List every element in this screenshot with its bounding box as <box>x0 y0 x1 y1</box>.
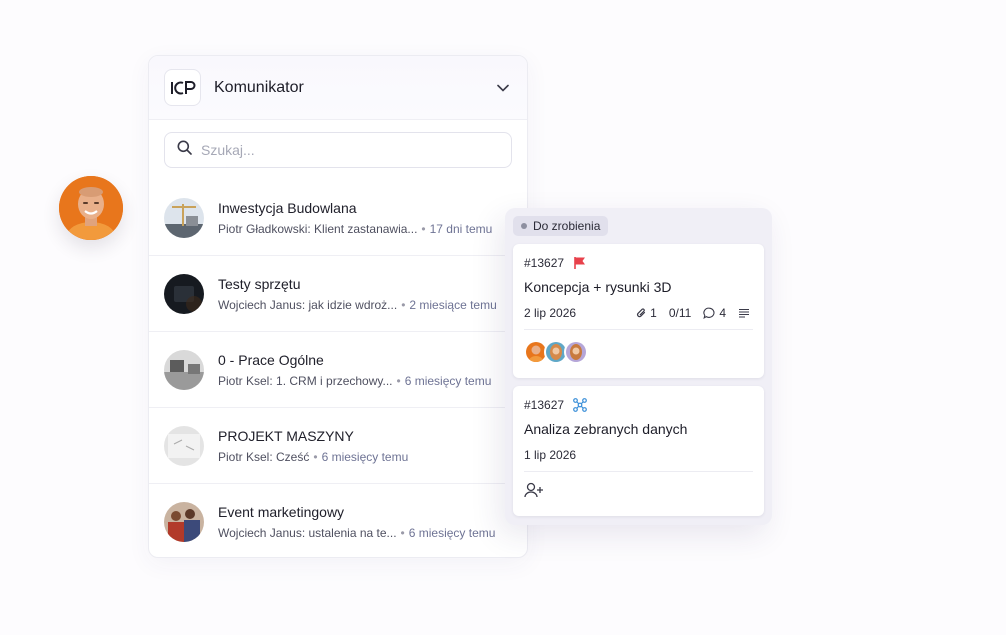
conversation-name: 0 - Prace Ogólne <box>218 351 324 368</box>
conversation-time: 6 miesięcy temu <box>321 449 409 464</box>
comments-count: 4 <box>703 306 726 320</box>
conversation-name: Inwestycja Budowlana <box>218 199 357 216</box>
communicator-panel: Komunikator Inwestycja Budowlana Piotr G… <box>148 55 528 558</box>
kanban-column: Do zrobienia #13627 Koncepcja + rysunki … <box>505 208 772 525</box>
assignees <box>524 340 753 364</box>
search-input[interactable] <box>201 142 481 158</box>
search-icon <box>177 140 192 160</box>
conversation-time: 6 miesięcy temu <box>404 373 492 388</box>
conversation-avatar <box>164 425 204 466</box>
conversation-name: Event marketingowy <box>218 504 345 520</box>
task-card[interactable]: #13627 Koncepcja + rysunki 3D 2 lip 2026… <box>513 244 764 378</box>
paperclip-icon <box>637 308 646 318</box>
conversation-name: Testy sprzętu <box>218 275 301 292</box>
conversation-avatar <box>164 502 204 542</box>
column-status-badge[interactable]: Do zrobienia <box>513 216 609 236</box>
network-icon <box>573 398 587 412</box>
column-label: Do zrobienia <box>533 219 601 233</box>
attachments-count: 1 <box>636 306 657 320</box>
conversation-preview: Wojciech Janus: ustalenia na te... <box>218 526 397 540</box>
conversation-item[interactable]: PROJEKT MASZYNY Piotr Ksel: Cześć • 6 mies… <box>149 408 527 484</box>
comment-icon <box>703 307 715 319</box>
chevron-down-icon[interactable] <box>494 79 512 97</box>
conversation-preview: Wojciech Janus: jak idzie wdroż... <box>218 297 398 312</box>
conversation-item[interactable]: Testy sprzętu Wojciech Janus: jak idzie … <box>149 256 527 332</box>
add-user-icon <box>524 482 543 498</box>
search-box[interactable] <box>164 132 512 168</box>
conversation-avatar <box>164 349 204 390</box>
description-icon <box>738 308 753 318</box>
conversation-item[interactable]: Inwestycja Budowlana Piotr Gładkowski: K… <box>149 180 527 256</box>
task-date: 1 lip 2026 <box>524 448 577 462</box>
checklist-count: 0/11 <box>668 306 692 320</box>
conversation-preview: Piotr Ksel: 1. CRM i przechowy... <box>218 373 393 388</box>
conversation-item[interactable]: 0 - Prace Ogólne Piotr Ksel: 1. CRM i pr… <box>149 332 527 408</box>
app-title: Komunikator <box>214 78 304 96</box>
conversation-avatar <box>164 197 204 238</box>
assignee-avatar[interactable] <box>564 340 588 364</box>
red-flag-icon <box>573 256 587 270</box>
task-title: Analiza zebranych danych <box>524 421 688 437</box>
conversation-list: Inwestycja Budowlana Piotr Gładkowski: K… <box>149 180 527 557</box>
conversation-preview: Piotr Ksel: Cześć <box>218 449 310 464</box>
task-id: #13627 <box>524 398 565 412</box>
task-title: Koncepcja + rysunki 3D <box>524 279 672 295</box>
task-id: #13627 <box>524 256 565 270</box>
status-dot-icon <box>521 223 527 229</box>
conversation-time: 6 miesięcy temu <box>408 526 496 540</box>
conversation-item[interactable]: Event marketingowy Wojciech Janus: ustal… <box>149 484 527 557</box>
conversation-time: 2 miesiące temu <box>409 297 497 312</box>
conversation-preview: Piotr Gładkowski: Klient zastanawia... <box>218 221 418 236</box>
add-assignee-button[interactable] <box>524 482 753 498</box>
panel-header: Komunikator <box>149 56 527 120</box>
conversation-name: PROJEKT MASZYNY <box>218 427 354 444</box>
task-card[interactable]: #13627 Analiza zebranych danych 1 lip 20… <box>513 386 764 516</box>
conversation-time: 17 dni temu <box>429 221 493 236</box>
conversation-avatar <box>164 273 204 314</box>
task-date: 2 lip 2026 <box>524 306 577 320</box>
app-logo <box>164 69 201 106</box>
user-avatar <box>59 176 123 240</box>
